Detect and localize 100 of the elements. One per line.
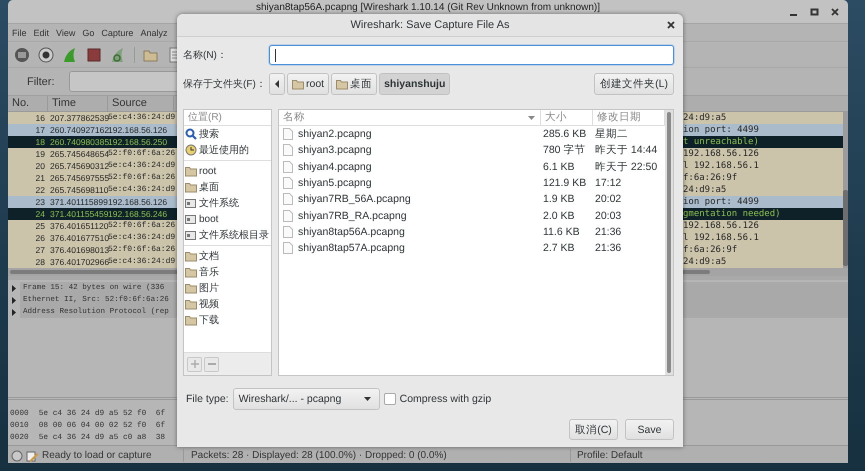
document-icon <box>283 242 293 254</box>
file-name[interactable]: shiyan8tap56A.pcapng <box>298 226 405 238</box>
document-icon <box>283 210 293 222</box>
column-header[interactable]: 大小 <box>541 110 593 125</box>
drive-icon <box>185 229 197 241</box>
save-button[interactable]: Save <box>625 419 674 440</box>
place-item[interactable]: 文档 <box>199 249 219 263</box>
places-header: 位置(R) <box>184 110 271 126</box>
file-name[interactable]: shiyan5.pcapng <box>298 177 372 190</box>
menu-item[interactable]: Capture <box>101 28 134 38</box>
list-icon[interactable] <box>14 46 30 62</box>
caret-icon[interactable] <box>528 116 535 120</box>
table-cell-text: 260.740980385 <box>49 136 108 148</box>
column-header[interactable]: No. <box>8 96 48 111</box>
table-cell-text: ion port: 4499 <box>683 124 760 136</box>
file-size: 1.9 KB <box>542 193 576 206</box>
table-cell-text: 28 <box>34 256 46 268</box>
table-cell-text: 26 <box>34 232 46 244</box>
menu-item[interactable]: Edit <box>34 28 50 38</box>
column-header[interactable]: Source <box>108 96 174 111</box>
place-item[interactable]: boot <box>199 214 218 224</box>
packet-counts: Packets: 28 · Displayed: 28 (100.0%) · Dropped: 0 (0.0%) <box>191 450 447 461</box>
status-text: Ready to load or capture <box>42 450 152 462</box>
file-date: 昨天于 22:50 <box>594 160 658 174</box>
table-cell-text: l 192.168.56.1 <box>683 160 760 172</box>
file-size: 2.0 KB <box>542 210 576 222</box>
file-name[interactable]: shiyan4.pcapng <box>298 160 372 173</box>
place-item[interactable]: 最近使用的 <box>199 143 249 157</box>
place-item[interactable]: root <box>199 166 216 176</box>
stop-icon[interactable] <box>86 46 102 62</box>
table-cell-text: 27 <box>34 244 46 256</box>
table-cell-text: 21 <box>34 172 46 184</box>
close-icon[interactable] <box>667 21 675 29</box>
table-cell-text: 24:d9:a5 <box>683 256 728 268</box>
menu-item[interactable]: View <box>56 28 76 38</box>
folder-icon <box>185 165 197 177</box>
file-type-dropdown[interactable]: Wireshark/... - pcapng <box>232 388 380 410</box>
table-cell-text: 24:d9:a5 <box>683 184 728 196</box>
cancel-button[interactable]: 取消(C) <box>569 419 618 440</box>
vertical-scrollbar[interactable] <box>665 110 673 375</box>
minus-icon <box>208 360 216 368</box>
checkbox-label: Compress with gzip <box>400 393 492 405</box>
table-cell: 5e:c4:36:24:d9 <box>108 256 176 268</box>
document-icon <box>283 144 293 156</box>
file-size: 6.1 KB <box>542 160 576 173</box>
vertical-scrollbar[interactable] <box>843 112 848 268</box>
file-name[interactable]: shiyan8tap57A.pcapng <box>298 242 405 254</box>
column-header[interactable]: Time <box>48 96 108 111</box>
options-icon[interactable] <box>38 46 54 62</box>
table-cell-text: 18 <box>34 136 46 148</box>
place-item[interactable]: 文件系统根目录 <box>199 228 269 242</box>
place-item[interactable]: 音乐 <box>199 265 219 279</box>
path-button[interactable]: 桌面 <box>331 73 378 95</box>
place-item[interactable]: 搜索 <box>199 127 219 141</box>
dialog-title: Wireshark: Save Capture File As <box>350 19 510 31</box>
table-cell-text: 265.745698110 <box>49 184 108 196</box>
file-date: 昨天于 14:44 <box>594 143 658 158</box>
back-button[interactable] <box>269 73 285 95</box>
menu-item[interactable]: Go <box>82 28 94 38</box>
table-cell-text: 265.745697555 <box>49 172 108 184</box>
restart-icon[interactable] <box>110 46 126 62</box>
checkbox[interactable] <box>384 393 396 405</box>
name-field[interactable] <box>269 45 674 65</box>
menu-item[interactable]: File <box>12 28 27 38</box>
plus-icon <box>190 360 198 368</box>
place-item[interactable]: 图片 <box>199 281 219 295</box>
table-cell-text: 192.168.56.126 <box>683 220 760 232</box>
table-cell-text: 23 <box>34 196 46 208</box>
place-item[interactable]: 文件系统 <box>199 196 239 210</box>
create-folder-button[interactable]: 创建文件夹(L) <box>594 73 674 95</box>
expand-arrow-icon[interactable] <box>11 296 17 304</box>
menu-item[interactable]: Analyz <box>140 28 168 38</box>
file-name[interactable]: shiyan3.pcapng <box>298 144 372 156</box>
table-cell-text: 192.168.56.126 <box>108 196 168 208</box>
place-item[interactable]: 桌面 <box>199 180 219 194</box>
expand-arrow-icon[interactable] <box>11 284 17 292</box>
circle-icon[interactable] <box>11 450 23 462</box>
table-cell-text: 24 <box>34 208 46 220</box>
drive-icon <box>185 213 197 225</box>
file-name[interactable]: shiyan7RB_56A.pcapng <box>298 193 411 206</box>
field-label: 名称(N)： <box>183 49 228 62</box>
drive-icon <box>185 197 197 209</box>
edit-icon[interactable] <box>26 450 39 462</box>
path-button[interactable]: shiyanshuju <box>379 73 450 95</box>
document-icon <box>283 128 293 140</box>
document-icon <box>283 177 293 190</box>
folder-icon <box>185 266 197 278</box>
file-name[interactable]: shiyan7RB_RA.pcapng <box>298 210 407 222</box>
expand-arrow-icon[interactable] <box>11 308 17 316</box>
file-name[interactable]: shiyan2.pcapng <box>298 128 372 140</box>
table-cell-text: 24:d9:a5 <box>683 112 728 124</box>
place-item[interactable]: 下载 <box>199 313 219 327</box>
column-header[interactable]: 名称 <box>283 110 305 125</box>
place-item[interactable]: 视频 <box>199 297 219 311</box>
close-icon[interactable] <box>831 7 840 17</box>
file-date: 星期二 <box>594 127 629 142</box>
maximize-icon[interactable] <box>810 7 819 17</box>
table-cell-text: 376.401651120 <box>49 220 108 232</box>
table-cell: 5e:c4:36:24:d9 <box>108 184 176 196</box>
path-button[interactable]: root <box>287 73 330 95</box>
